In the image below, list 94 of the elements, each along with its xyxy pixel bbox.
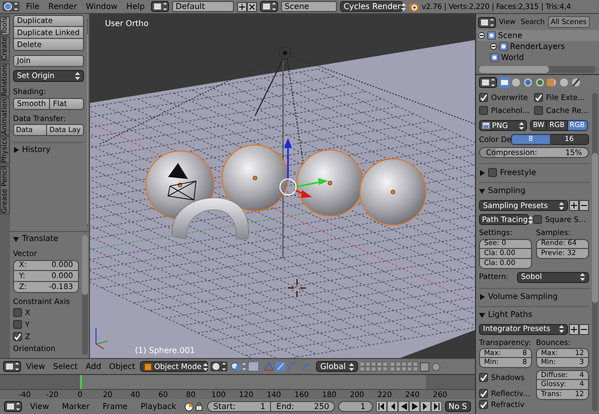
checkbox[interactable] [13,332,22,341]
outliner-editor-icon[interactable] [478,16,496,28]
outliner-item-icon [499,42,508,51]
up-down-arrows-icon [528,216,533,224]
start-frame-field[interactable]: Start: 1 [207,401,272,412]
scene-field[interactable]: Scene [280,1,337,12]
3d-cursor-icon [288,278,306,298]
collapsed-triangle-icon[interactable] [13,147,19,153]
menu-item[interactable]: Help [123,2,148,10]
pivot-snap-icon[interactable] [230,361,260,372]
up-down-arrows-icon [580,273,585,281]
up-down-arrows-icon [74,72,80,80]
up-down-arrows-icon [203,362,208,370]
outliner-item[interactable]: Scene [498,32,522,40]
checkbox[interactable] [13,320,22,329]
add-remove-icon[interactable] [569,324,589,334]
up-down-arrows-icon [559,325,564,333]
menu-item[interactable]: View [25,402,54,410]
checkbox[interactable] [534,106,543,115]
sphere-drawing [360,158,426,226]
panel-header[interactable]: Light Paths [488,310,532,318]
shading-mode-icon[interactable] [210,361,228,372]
checkbox[interactable] [534,93,543,102]
checkbox[interactable] [479,389,488,398]
layout-field[interactable]: Default [172,1,234,12]
menu-item[interactable]: Select [50,362,81,370]
playback-controls[interactable] [376,401,442,412]
render-layer-icons[interactable] [420,362,442,372]
end-frame-field[interactable]: End: 250 [271,401,336,412]
checkbox[interactable] [13,308,22,317]
preview-lock-icons[interactable] [184,402,204,412]
menu-item[interactable]: Marker [56,402,95,410]
logo-icon [408,2,419,12]
menu-item[interactable]: File [23,2,42,10]
expanded-triangle-icon[interactable] [13,236,19,242]
checkbox[interactable] [479,373,488,382]
outliner-item[interactable]: RenderLayers [510,42,565,50]
expanded-triangle-icon[interactable] [479,312,485,318]
up-down-arrows-icon [400,2,406,10]
scrollbar[interactable] [479,66,596,73]
menu-item[interactable]: Add [82,362,104,370]
panel-header[interactable]: History [22,146,50,154]
properties-editor-icon[interactable] [479,77,497,88]
menu-item[interactable]: Window [82,2,120,10]
checkbox[interactable] [488,168,497,177]
checkbox[interactable] [533,215,542,224]
scene-icon[interactable] [260,1,278,12]
view-label: User Ortho [105,20,148,28]
outliner-item-icon [490,53,499,62]
menu-item[interactable]: Object [106,362,138,370]
camera-drawing [168,163,196,200]
checkbox[interactable] [479,106,488,115]
sphere-drawing [222,144,288,212]
menu-item[interactable]: Frame [98,402,133,410]
menu-item[interactable]: Playback [136,402,182,410]
sphere-drawing [296,150,364,216]
up-down-arrows-icon [559,202,564,210]
expanded-triangle-icon[interactable] [479,188,485,194]
current-frame-line [80,375,82,389]
collapse-icon[interactable] [490,43,497,50]
outliner-item[interactable]: World [501,54,524,62]
image-icon [482,122,490,129]
current-frame-field[interactable]: 1 [338,401,372,412]
object-label: (1) Sphere.001 [135,347,195,355]
collapse-icon[interactable] [478,32,485,39]
add-remove-icon[interactable] [236,2,257,12]
up-down-arrows-icon [349,362,354,370]
panel-header[interactable]: Sampling [488,187,526,195]
cube-icon [144,362,152,370]
orientation-dropdown[interactable]: Global [316,361,358,372]
panel-header[interactable]: Volume Sampling [488,292,558,300]
menu-item[interactable]: Render [45,2,80,10]
lamp-icon [278,46,292,60]
scrollbar[interactable] [86,18,88,227]
scrollbar[interactable] [592,93,598,411]
axis-gizmo-icon [96,328,108,350]
checkbox[interactable] [479,400,488,409]
scrollbar[interactable] [82,235,88,355]
render-engine-dropdown[interactable]: Cycles Render [340,1,403,12]
timeline-editor-icon[interactable] [4,401,22,412]
checkbox[interactable] [479,93,488,102]
sync-dropdown[interactable]: No S [444,401,471,412]
panel-header[interactable]: Translate [22,235,58,243]
transform-manipulator-drawing [280,138,328,198]
layout-icon[interactable] [150,1,169,12]
collapsed-triangle-icon[interactable] [479,294,485,300]
collapsed-triangle-icon[interactable] [479,170,485,176]
up-down-arrows-icon [519,122,524,130]
outliner-item-icon [487,31,496,40]
menu-item[interactable]: View [23,362,48,370]
editor-type-icon[interactable] [3,361,21,372]
info-editor-icon[interactable] [2,1,20,12]
panel-header[interactable]: Freestyle [500,168,536,176]
add-remove-icon[interactable] [569,200,589,211]
